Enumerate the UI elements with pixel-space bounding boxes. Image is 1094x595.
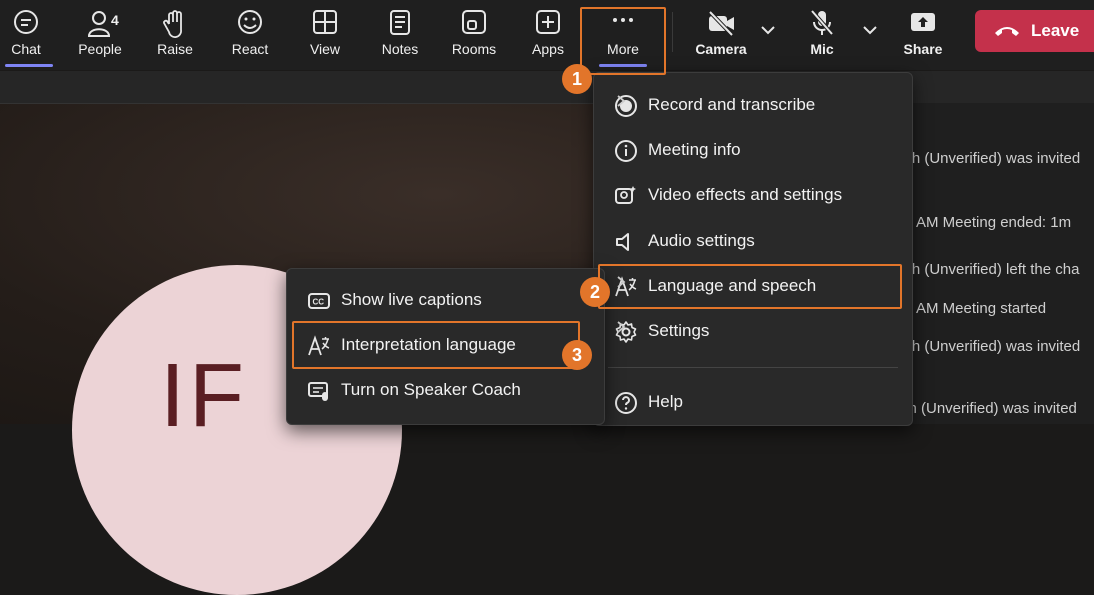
menu-item-label: Video effects and settings (648, 185, 843, 204)
speaker-icon (616, 233, 629, 251)
rooms-icon (462, 10, 486, 34)
info-icon (615, 140, 637, 162)
share-screen-icon (911, 13, 935, 31)
menu-item-label: Audio settings (648, 231, 755, 250)
video-effects-icon (615, 186, 636, 204)
chat-line: ish (Unverified) left the cha (901, 261, 1080, 278)
callout-badge-1: 1 (562, 64, 592, 94)
chat-label: Chat (11, 41, 41, 57)
menu-item-help[interactable]: Help (594, 382, 912, 422)
people-label: People (78, 41, 122, 57)
react-button[interactable]: React (220, 0, 280, 70)
chat-panel: ish (Unverified) was invited AM Meeting … (900, 103, 1094, 424)
hang-up-icon (995, 27, 1019, 36)
apps-plus-icon (536, 10, 560, 34)
captions-icon: CC (308, 293, 330, 309)
menu-item-record-and-transcribe[interactable]: Record and transcribe (594, 85, 912, 125)
raise-hand-icon (163, 10, 182, 38)
rooms-button[interactable]: Rooms (444, 0, 504, 70)
chat-line: AM Meeting started (916, 300, 1047, 317)
mic-options-chevron-down-icon[interactable] (862, 22, 878, 38)
help-icon (615, 392, 637, 414)
react-label: React (231, 41, 269, 57)
view-button[interactable]: View (295, 0, 355, 70)
mic-button[interactable]: Mic (792, 0, 852, 70)
menu-item-label: Meeting info (648, 140, 741, 159)
menu-item-video-effects[interactable]: Video effects and settings (594, 175, 912, 215)
people-count-badge: 4 (111, 12, 119, 28)
share-label: Share (903, 41, 943, 57)
menu-item-label: Record and transcribe (648, 95, 816, 114)
leave-label: Leave (1031, 21, 1080, 40)
rooms-label: Rooms (451, 41, 497, 57)
raise-hand-button[interactable]: Raise (145, 0, 205, 70)
apps-button[interactable]: Apps (518, 0, 578, 70)
apps-label: Apps (532, 41, 564, 57)
menu-item-settings[interactable]: Settings (594, 311, 912, 351)
toolbar-divider (672, 12, 673, 52)
submenu-item-speaker-coach[interactable]: Turn on Speaker Coach (287, 370, 605, 410)
chat-line: ch (Unverified) was invited (901, 400, 1077, 417)
chat-button[interactable]: Chat (0, 0, 56, 70)
menu-item-label: Help (648, 392, 683, 411)
menu-divider (608, 367, 898, 368)
submenu-item-label: Turn on Speaker Coach (341, 380, 521, 399)
camera-options-chevron-down-icon[interactable] (760, 22, 776, 38)
submenu-item-label: Show live captions (341, 290, 482, 309)
notes-button[interactable]: Notes (370, 0, 430, 70)
camera-button[interactable]: Camera (691, 0, 751, 70)
callout-badge-2: 2 (580, 277, 610, 307)
camera-label: Camera (695, 41, 747, 57)
meeting-toolbar: Chat People 4 Raise React View Notes Roo… (0, 0, 1094, 70)
svg-text:CC: CC (313, 298, 325, 307)
mic-label: Mic (810, 41, 834, 57)
stage-header-bar (0, 71, 1094, 104)
highlight-more (580, 7, 666, 75)
submenu-item-show-live-captions[interactable]: CC Show live captions (287, 280, 605, 320)
highlight-language-and-speech (598, 264, 902, 309)
chat-line: AM Meeting ended: 1m (916, 214, 1072, 231)
view-label: View (309, 41, 341, 57)
chat-active-indicator (5, 64, 53, 67)
callout-badge-3: 3 (562, 340, 592, 370)
mic-off-icon (810, 9, 834, 36)
menu-item-audio-settings[interactable]: Audio settings (594, 221, 912, 261)
leave-button[interactable]: Leave (975, 10, 1094, 52)
people-button[interactable]: People (70, 0, 130, 70)
chevron-right-icon (617, 321, 626, 333)
highlight-interpretation-language (292, 321, 580, 369)
chevron-right-icon (617, 95, 626, 107)
share-button[interactable]: Share (893, 0, 953, 70)
more-options-menu: Record and transcribe Meeting info Video… (593, 72, 913, 426)
grid-icon (313, 10, 337, 34)
menu-item-label: Settings (648, 321, 710, 340)
chat-icon (14, 10, 38, 34)
camera-off-icon (708, 10, 734, 37)
raise-label: Raise (157, 41, 193, 57)
avatar-initials: IF (160, 346, 248, 446)
menu-item-meeting-info[interactable]: Meeting info (594, 130, 912, 170)
smiley-icon (238, 10, 262, 34)
chat-line: ish (Unverified) was invited (901, 150, 1081, 167)
speaker-coach-icon (308, 382, 328, 401)
notes-icon (390, 10, 410, 35)
chat-line: ish (Unverified) was invited (901, 338, 1081, 355)
notes-label: Notes (381, 41, 419, 57)
